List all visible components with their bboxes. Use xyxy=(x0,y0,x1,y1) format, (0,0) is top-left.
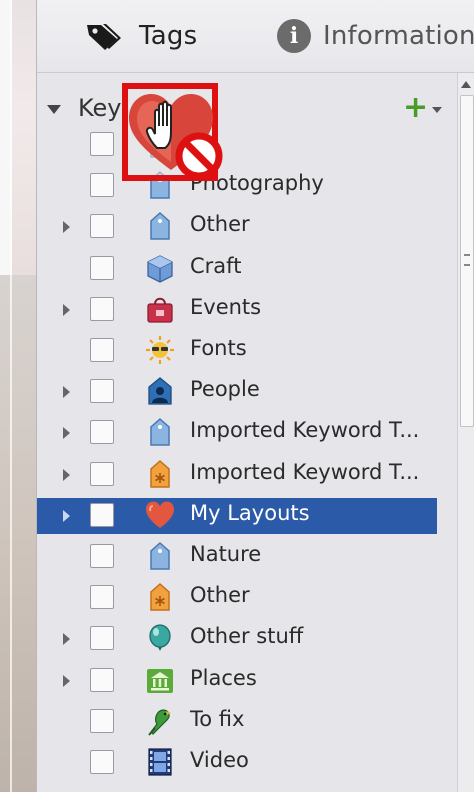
tab-tags[interactable]: Tags xyxy=(85,0,197,72)
keyword-checkbox[interactable] xyxy=(90,667,114,692)
film-icon xyxy=(148,748,172,776)
keyword-checkbox[interactable] xyxy=(90,255,114,280)
keyword-checkbox[interactable] xyxy=(90,502,114,527)
keyword-label: Places xyxy=(190,665,257,690)
scroll-thumb[interactable] xyxy=(460,95,474,427)
keyword-row[interactable]: My Layouts xyxy=(37,497,437,534)
keyword-row[interactable]: Imported Keyword T... xyxy=(37,415,437,451)
keyword-checkbox[interactable] xyxy=(90,626,114,651)
add-keyword-button[interactable]: + xyxy=(403,91,428,125)
keyword-checkbox[interactable] xyxy=(90,461,114,486)
tab-information[interactable]: i Information xyxy=(277,0,474,72)
keyword-row[interactable]: To fix xyxy=(37,704,437,740)
keyword-checkbox[interactable] xyxy=(90,132,114,156)
keyword-checkbox[interactable] xyxy=(90,708,114,733)
expand-arrow-icon[interactable] xyxy=(63,468,70,481)
places-icon xyxy=(147,668,173,693)
cube-icon xyxy=(147,254,173,283)
keyword-checkbox[interactable] xyxy=(90,750,114,774)
expand-arrow-icon[interactable] xyxy=(63,303,70,316)
keyword-row[interactable]: Fonts xyxy=(37,333,437,369)
keyword-row[interactable]: Other stuff xyxy=(37,621,437,657)
keyword-checkbox[interactable] xyxy=(90,173,114,198)
people-tag-icon xyxy=(148,377,172,405)
tag-blue-icon xyxy=(150,418,170,447)
parrot-icon xyxy=(148,709,171,736)
keyword-label: Other xyxy=(190,212,250,237)
keyword-label: Events xyxy=(190,294,262,319)
keyword-checkbox[interactable] xyxy=(90,296,114,321)
photo-strip xyxy=(0,0,37,792)
keyword-row[interactable]: Events xyxy=(37,292,437,328)
keyword-label: To fix xyxy=(190,706,245,731)
tag-blue-icon xyxy=(150,541,170,570)
balloon-icon xyxy=(149,624,171,652)
expand-arrow-icon[interactable] xyxy=(63,633,70,646)
keyword-label: Imported Keyword T... xyxy=(190,459,420,484)
keywords-header[interactable]: Key + xyxy=(37,91,457,127)
photo-strip-divider xyxy=(10,0,12,792)
expand-arrow-icon[interactable] xyxy=(63,674,70,687)
keyword-checkbox[interactable] xyxy=(90,544,114,568)
tag-orange-icon xyxy=(150,459,170,488)
keyword-row[interactable]: Video xyxy=(37,745,437,781)
keywords-title: Key xyxy=(78,94,122,122)
expand-arrow-icon[interactable] xyxy=(63,221,70,234)
keywords-panel: Key + or Photography Other Craft Events Fonts… xyxy=(37,73,457,792)
heart-icon xyxy=(146,501,174,528)
keyword-row[interactable]: or xyxy=(37,127,437,163)
sun-glasses-icon xyxy=(146,336,174,364)
keyword-label: Video xyxy=(190,748,249,772)
keyword-label: Imported Keyword T... xyxy=(190,418,420,443)
panel-tab-bar: Tags i Information xyxy=(37,0,474,73)
add-keyword-dropdown-icon[interactable] xyxy=(432,107,442,113)
keyword-label: Other stuff xyxy=(190,624,304,649)
keyword-label: People xyxy=(190,377,260,402)
photo-thumbnail-top[interactable] xyxy=(12,0,36,275)
keyword-checkbox[interactable] xyxy=(90,338,114,362)
keyword-row[interactable]: Photography xyxy=(37,168,437,204)
keyword-row[interactable]: Other xyxy=(37,580,437,616)
photo-thumbnail-bottom[interactable] xyxy=(0,275,36,792)
keyword-checkbox[interactable] xyxy=(90,585,114,610)
expand-arrow-icon[interactable] xyxy=(63,509,70,522)
keyword-label: Fonts xyxy=(190,336,247,360)
collapse-caret-icon[interactable] xyxy=(47,105,61,114)
keyword-label: Craft xyxy=(190,253,242,278)
keyword-label: My Layouts xyxy=(190,500,310,525)
keyword-row[interactable]: Nature xyxy=(37,539,437,575)
keyword-checkbox[interactable] xyxy=(90,214,114,239)
keyword-checkbox[interactable] xyxy=(90,379,114,404)
scroll-grip-icon xyxy=(464,254,470,266)
tag-blue-icon xyxy=(150,212,170,241)
keyword-label: Nature xyxy=(190,542,262,566)
keyword-row[interactable]: Other xyxy=(37,209,437,245)
keyword-row[interactable]: Imported Keyword T... xyxy=(37,457,437,493)
keyword-row[interactable]: People xyxy=(37,374,437,410)
drag-no-drop-cursor-icon xyxy=(122,83,223,181)
expand-arrow-icon[interactable] xyxy=(63,386,70,399)
keyword-row[interactable]: Places xyxy=(37,663,437,699)
keyword-label: Other xyxy=(190,583,250,608)
tag-icon xyxy=(87,24,121,50)
tab-information-label: Information xyxy=(323,21,474,51)
tab-tags-label: Tags xyxy=(139,21,198,51)
keyword-checkbox[interactable] xyxy=(90,420,114,445)
keyword-row[interactable]: Craft xyxy=(37,251,437,287)
tag-orange-icon xyxy=(150,583,170,611)
expand-arrow-icon[interactable] xyxy=(63,427,70,440)
events-bag-icon xyxy=(147,297,173,323)
scroll-up-arrow-icon[interactable] xyxy=(461,81,471,88)
info-icon: i xyxy=(277,19,311,53)
keywords-scrollbar[interactable] xyxy=(457,73,474,792)
